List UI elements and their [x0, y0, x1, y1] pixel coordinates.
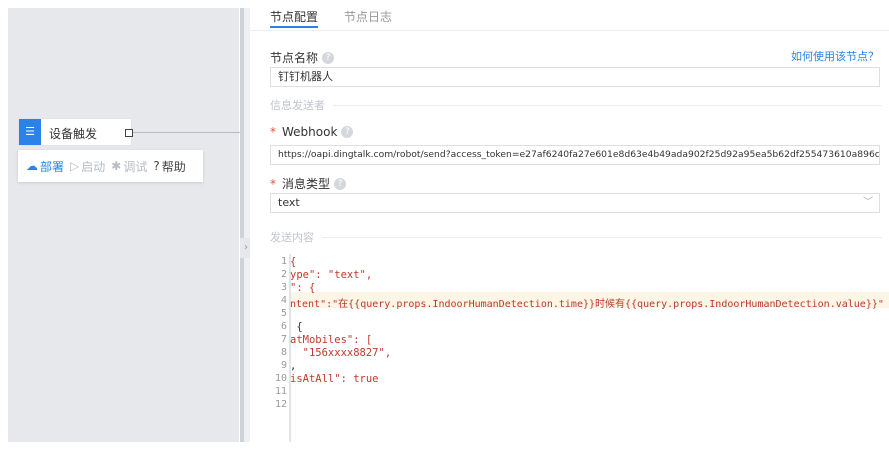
- tab-node-config[interactable]: 节点配置: [270, 0, 319, 28]
- required-mark: *: [270, 125, 276, 139]
- message-type-select[interactable]: text ﹀: [270, 193, 880, 213]
- node-name-label-text: 节点名称: [270, 51, 319, 65]
- debug-button[interactable]: ✱ 调试: [111, 158, 147, 175]
- code-line: atMobiles": [: [290, 334, 373, 346]
- line-number: 7: [280, 334, 287, 345]
- required-mark: *: [270, 176, 276, 191]
- panel-bottom: [250, 442, 889, 450]
- help-icon[interactable]: ?: [334, 177, 347, 190]
- start-button[interactable]: ▷ 启动: [70, 158, 105, 175]
- line-number: 2: [280, 269, 287, 280]
- output-port[interactable]: [125, 129, 133, 137]
- code-line: {: [290, 256, 297, 268]
- node-label: 设备触发: [49, 127, 98, 141]
- panel-tabs: 节点配置 节点日志: [270, 0, 392, 28]
- line-number: 10: [274, 373, 287, 384]
- play-icon: ▷: [70, 159, 80, 173]
- node-name-label: 节点名称 ?: [270, 49, 335, 66]
- device-trigger-node[interactable]: ☰ 设备触发: [18, 118, 133, 146]
- bug-icon: ✱: [111, 159, 122, 173]
- sender-section-header: 信息发送者: [270, 97, 882, 113]
- code-line: ,: [290, 360, 297, 372]
- help-label: 帮助: [161, 159, 186, 174]
- code-line: ype": "text",: [290, 269, 373, 281]
- help-icon[interactable]: ?: [341, 126, 354, 138]
- cloud-upload-icon: ☁: [26, 159, 38, 173]
- line-number: 9: [280, 360, 287, 371]
- line-number: 1: [280, 256, 287, 267]
- content-section-title: 发送内容: [270, 231, 314, 244]
- node-name-input[interactable]: 钉钉机器人: [270, 67, 880, 87]
- webhook-input[interactable]: https://oapi.dingtalk.com/robot/send?acc…: [270, 145, 880, 165]
- start-label: 启动: [81, 159, 106, 174]
- deploy-label: 部署: [40, 159, 65, 174]
- trigger-icon: ☰: [19, 119, 41, 145]
- line-number: 11: [274, 386, 287, 397]
- help-button[interactable]: ? 帮助: [153, 158, 185, 175]
- content-section-header: 发送内容: [270, 229, 882, 245]
- connection-line: [132, 132, 243, 133]
- content-code-editor[interactable]: 1 2 3 4 5 6 7 8 9 10 11 12 { ype": "text…: [270, 254, 889, 442]
- deploy-button[interactable]: ☁ 部署: [26, 158, 64, 175]
- section-rule: [322, 236, 882, 238]
- chevron-down-icon: ﹀: [863, 197, 873, 208]
- message-type-value: text: [278, 196, 300, 209]
- sender-section-title: 信息发送者: [270, 99, 325, 112]
- code-line: {: [290, 321, 303, 333]
- line-number: 6: [280, 321, 287, 332]
- canvas-background: [8, 8, 239, 442]
- line-number: 5: [280, 308, 287, 319]
- help-icon[interactable]: ?: [322, 51, 335, 64]
- tab-node-log[interactable]: 节点日志: [344, 0, 392, 28]
- webhook-label-text: Webhook: [282, 125, 338, 139]
- webhook-label: * Webhook ?: [270, 125, 354, 139]
- code-line: ": {: [290, 282, 316, 294]
- line-number: 4: [280, 295, 287, 306]
- message-type-label-text: 消息类型: [282, 177, 331, 191]
- question-circle-icon: ?: [153, 159, 160, 173]
- debug-label: 调试: [123, 159, 148, 174]
- line-number: 3: [280, 282, 287, 293]
- code-line: "156xxxx8827",: [290, 347, 392, 359]
- flow-canvas[interactable]: ☰ 设备触发 ☁ 部署 ▷ 启动 ✱ 调试 ? 帮助: [0, 0, 243, 450]
- code-line: isAtAll": true: [290, 373, 379, 385]
- message-type-label: * 消息类型 ?: [270, 175, 347, 192]
- line-number: 12: [274, 399, 287, 410]
- how-to-use-link[interactable]: 如何使用该节点？: [791, 48, 879, 64]
- code-line: ntent":"在{{query.props.IndoorHumanDetect…: [290, 299, 884, 310]
- chevron-right-icon: ›: [244, 242, 248, 253]
- node-toolbar: ☁ 部署 ▷ 启动 ✱ 调试 ? 帮助: [18, 150, 203, 182]
- line-number: 8: [280, 347, 287, 358]
- section-rule: [333, 104, 882, 106]
- tab-divider: [250, 30, 889, 31]
